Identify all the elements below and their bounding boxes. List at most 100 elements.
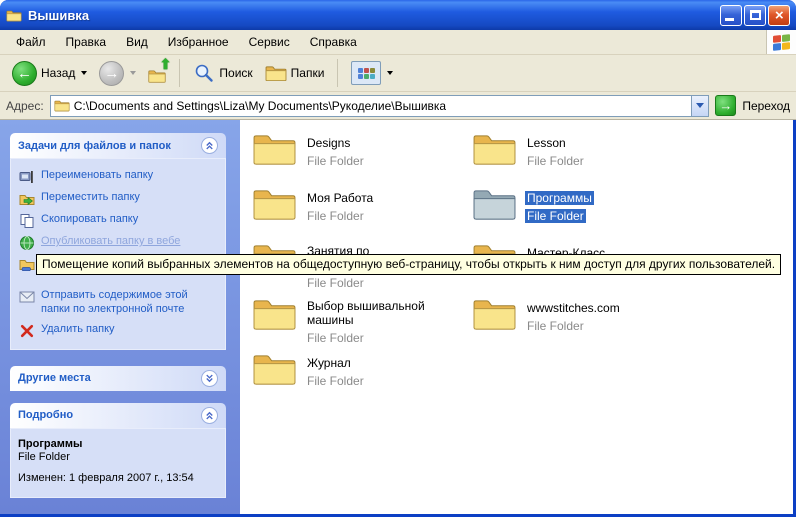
window-title: Вышивка	[28, 8, 718, 23]
up-button[interactable]: ⬆	[144, 60, 170, 86]
go-button[interactable]: →	[715, 95, 736, 116]
folder-item[interactable]: Моя Работа File Folder	[252, 185, 472, 240]
folder-icon	[472, 185, 517, 222]
task-item[interactable]: Опубликовать папку в вебе	[16, 232, 220, 254]
task-item-label: Отправить содержимое этой папки по элект…	[41, 289, 218, 317]
menu-item-4[interactable]: Избранное	[158, 31, 239, 53]
folder-item[interactable]: Журнал File Folder	[252, 350, 472, 405]
up-arrow-icon: ⬆	[160, 56, 172, 73]
file-list-area: Designs File Folder Lesson File Folder М…	[240, 120, 793, 514]
maximize-button[interactable]	[744, 5, 766, 26]
chevron-up-icon[interactable]	[201, 407, 218, 424]
folders-icon	[265, 64, 287, 82]
folder-name: Lesson	[525, 136, 568, 150]
task-pane: Задачи для файлов и папок Переименовать …	[0, 120, 240, 514]
delete-folder-icon	[18, 323, 35, 339]
other-places-header[interactable]: Другие места	[10, 366, 226, 391]
menu-item-1[interactable]: Файл	[6, 31, 56, 53]
folder-name: Designs	[305, 136, 352, 150]
chevron-down-icon[interactable]	[201, 370, 218, 387]
minimize-button[interactable]	[720, 5, 742, 26]
search-icon	[193, 62, 215, 84]
titlebar: Вышивка ×	[0, 0, 796, 30]
folder-type-label: File Folder	[305, 276, 366, 290]
back-dropdown-icon[interactable]	[81, 71, 87, 75]
address-dropdown-button[interactable]	[691, 96, 708, 116]
task-item[interactable]: Отправить содержимое этой папки по элект…	[16, 286, 220, 320]
menu-item-6[interactable]: Справка	[300, 31, 367, 53]
views-button[interactable]	[347, 59, 397, 87]
details-folder-type: File Folder	[18, 451, 218, 463]
panel-other-places: Другие места	[10, 366, 226, 391]
details-folder-name: Программы	[18, 438, 218, 450]
views-grid-icon	[351, 61, 381, 85]
search-button[interactable]: Поиск	[189, 60, 256, 86]
email-icon	[18, 289, 35, 305]
tooltip: Помещение копий выбранных элементов на о…	[36, 254, 781, 275]
task-item-label: Скопировать папку	[41, 213, 138, 227]
address-label: Адрес:	[6, 99, 44, 113]
back-arrow-icon: ←	[12, 61, 37, 86]
task-item-label: Опубликовать папку в вебе	[41, 235, 180, 249]
forward-dropdown-icon[interactable]	[130, 71, 136, 75]
task-item-label: Переименовать папку	[41, 169, 153, 183]
folder-name: Моя Работа	[305, 191, 375, 205]
explorer-window: Вышивка × Файл Правка Вид Избранное Серв…	[0, 0, 796, 517]
folder-name: Журнал	[305, 356, 353, 370]
window-folder-icon	[6, 9, 22, 22]
details-header[interactable]: Подробно	[10, 403, 226, 428]
task-item[interactable]: Удалить папку	[16, 320, 220, 342]
file-tasks-header[interactable]: Задачи для файлов и папок	[10, 133, 226, 158]
menu-item-3[interactable]: Вид	[116, 31, 158, 53]
forward-button[interactable]: →	[95, 59, 140, 88]
folder-item[interactable]: Выбор вышивальной машины File Folder	[252, 295, 472, 350]
folder-item[interactable]: Designs File Folder	[252, 130, 472, 185]
folder-type-label: File Folder	[525, 154, 586, 168]
back-button[interactable]: ← Назад	[8, 59, 91, 88]
windows-logo	[766, 30, 796, 54]
chevron-up-icon[interactable]	[201, 137, 218, 154]
close-button[interactable]: ×	[768, 5, 790, 26]
folder-icon	[252, 350, 297, 387]
folder-icon	[472, 295, 517, 332]
task-item[interactable]: Переименовать папку	[16, 166, 220, 188]
folder-name: Выбор вышивальной машины	[305, 299, 472, 327]
windows-flag-icon	[773, 34, 790, 51]
menu-item-2[interactable]: Правка	[56, 31, 117, 53]
folder-name: wwwstitches.com	[525, 301, 622, 315]
task-item[interactable]: Переместить папку	[16, 188, 220, 210]
go-label: Переход	[742, 99, 790, 113]
folder-icon	[252, 185, 297, 222]
views-dropdown-icon[interactable]	[387, 71, 393, 75]
address-input[interactable]: C:\Documents and Settings\Liza\My Docume…	[50, 95, 710, 117]
task-item[interactable]: Скопировать папку	[16, 210, 220, 232]
folder-type-label: File Folder	[305, 331, 366, 345]
folder-icon	[252, 295, 297, 332]
folder-icon	[472, 130, 517, 167]
publish-web-icon	[18, 235, 35, 251]
folders-button[interactable]: Папки	[261, 62, 329, 84]
rename-folder-icon	[18, 169, 35, 185]
folder-type-label: File Folder	[525, 319, 586, 333]
toolbar: ← Назад → ⬆ Поиск Папки	[0, 55, 796, 92]
address-bar: Адрес: C:\Documents and Settings\Liza\My…	[0, 92, 796, 120]
folder-type-label: File Folder	[525, 209, 586, 223]
folder-name: Программы	[525, 191, 594, 205]
menu-bar: Файл Правка Вид Избранное Сервис Справка	[0, 30, 796, 55]
address-folder-icon	[54, 99, 70, 112]
folder-item[interactable]: wwwstitches.com File Folder	[472, 295, 692, 350]
forward-arrow-icon: →	[99, 61, 124, 86]
content-area: Задачи для файлов и папок Переименовать …	[0, 120, 796, 514]
address-path: C:\Documents and Settings\Liza\My Docume…	[74, 99, 446, 113]
menu-item-5[interactable]: Сервис	[239, 31, 300, 53]
folder-item[interactable]: Lesson File Folder	[472, 130, 692, 185]
folder-type-label: File Folder	[305, 374, 366, 388]
folder-item[interactable]: Программы File Folder	[472, 185, 692, 240]
panel-details: Подробно Программы File Folder Изменен: …	[10, 403, 226, 498]
copy-folder-icon	[18, 213, 35, 229]
task-item-label: Удалить папку	[41, 323, 115, 337]
folder-type-label: File Folder	[305, 154, 366, 168]
panel-file-tasks: Задачи для файлов и папок Переименовать …	[10, 133, 226, 350]
share-folder-icon	[18, 257, 35, 273]
folder-icon	[252, 130, 297, 167]
